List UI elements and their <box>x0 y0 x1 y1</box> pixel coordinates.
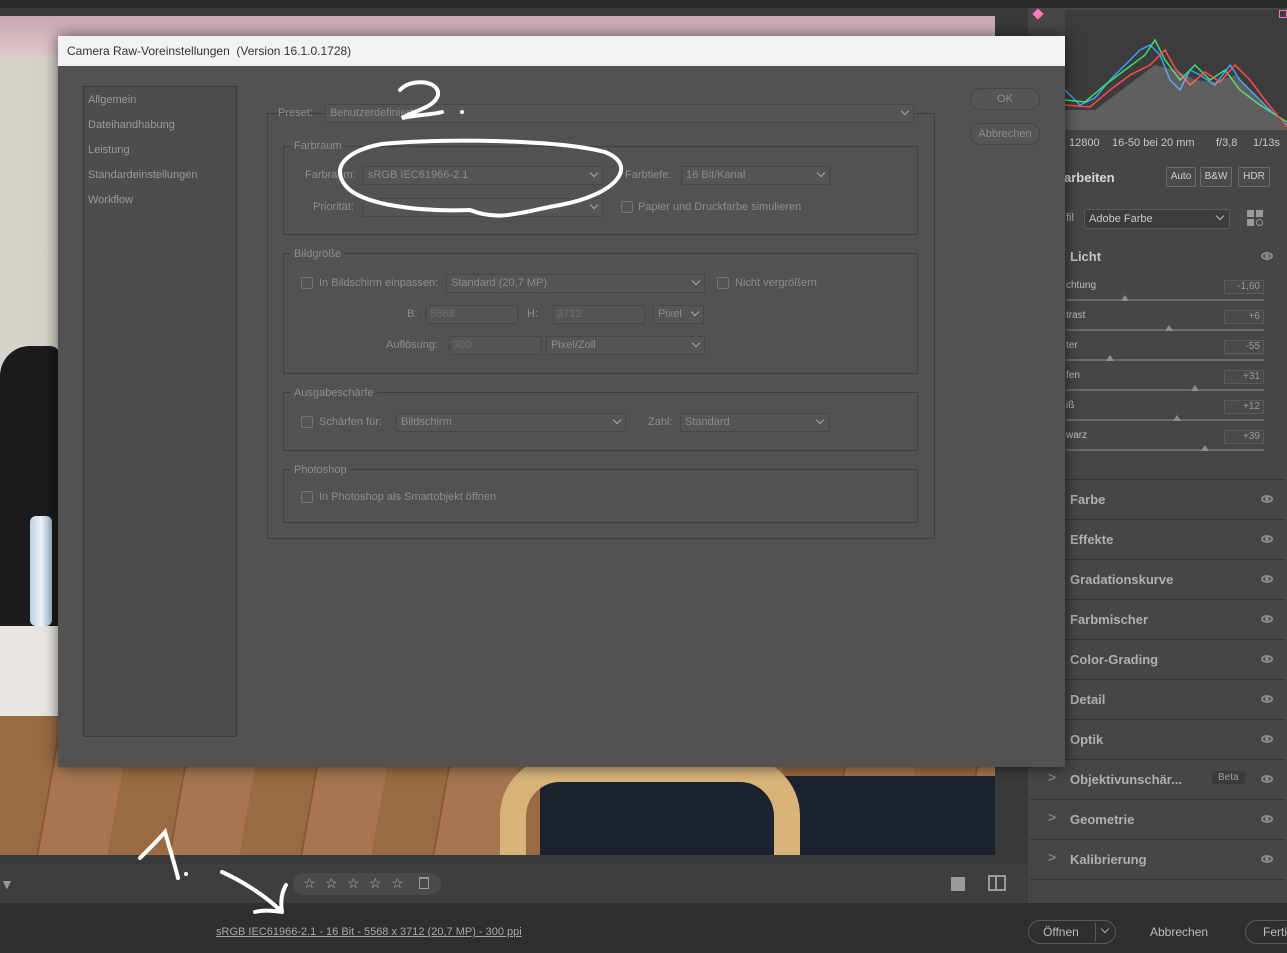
annotation-number-one <box>138 827 180 880</box>
annotation-overlay <box>138 80 624 914</box>
annotation-dot <box>460 110 464 114</box>
annotation-arrow <box>220 870 288 914</box>
highlight-circle <box>338 138 624 218</box>
annotation-dot <box>184 872 188 876</box>
annotation-number-two <box>398 80 444 120</box>
